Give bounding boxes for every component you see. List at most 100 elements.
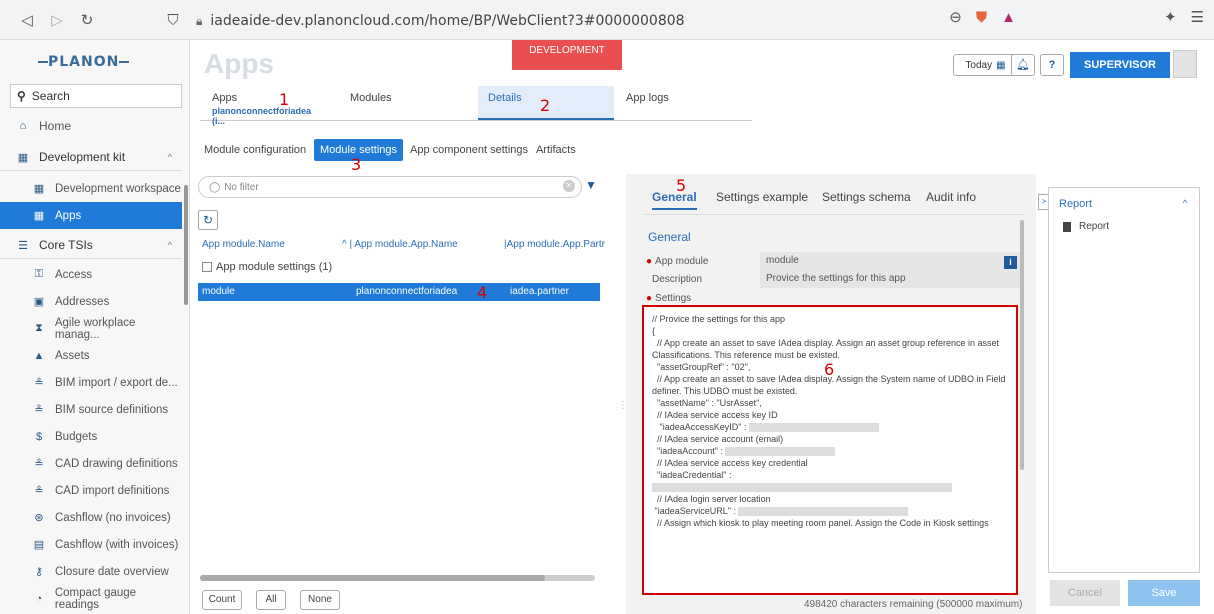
column-header-app-name[interactable]: ^ | App module.App.Name [342, 239, 458, 250]
all-button[interactable]: All [256, 590, 286, 610]
cancel-button[interactable]: Cancel [1050, 580, 1120, 606]
count-button[interactable]: Count [202, 590, 242, 610]
tab-apps[interactable]: Apps planonconnectforiadea (i... [202, 86, 332, 126]
sidebar-item-assets[interactable]: ▲ Assets [0, 342, 182, 369]
budget-icon: $ [35, 430, 43, 443]
sidebar-item-home[interactable]: ⌂ Home [0, 112, 182, 139]
search-icon: ⚲ [17, 89, 26, 103]
cad-icon: ≗ [34, 458, 44, 470]
column-header-partner[interactable]: |App module.App.Partr [504, 239, 605, 250]
notifications-button[interactable]: 🔔︎ [1011, 54, 1035, 76]
sidebar-item-apps[interactable]: ▦ Apps [0, 202, 182, 229]
sidebar-item-gauge-readings[interactable]: ◔ Compact gauge readings [0, 585, 182, 612]
chevron-right-icon: > [1041, 197, 1047, 206]
address-icon: ▣ [33, 296, 45, 308]
description-field[interactable]: Provice the settings for this app [760, 270, 1024, 288]
user-button[interactable]: SUPERVISOR [1070, 52, 1170, 78]
extensions-icon[interactable]: ✦ [1164, 8, 1177, 26]
menu-icon[interactable]: ☰ [1191, 8, 1204, 26]
cell-name: module [202, 286, 235, 297]
annotation-5: 5 [676, 176, 687, 195]
annotation-2: 2 [540, 96, 551, 115]
cell-app-name: planonconnectforiadea [356, 286, 458, 297]
scroll-thumb[interactable] [200, 575, 545, 581]
report-title: Report [1059, 198, 1093, 210]
calendar-icon: ▦ [996, 59, 1006, 71]
refresh-button[interactable]: ↻ [198, 210, 218, 230]
annotation-3: 3 [351, 155, 362, 174]
label-app-module: ● App module [646, 256, 709, 267]
tab-settings-schema[interactable]: Settings schema [822, 190, 911, 204]
annotation-4: 4 [477, 283, 488, 302]
triangle-icon[interactable]: ▲ [1001, 9, 1016, 26]
sidebar-item-cashflow-no-invoices[interactable]: ⊛ Cashflow (no invoices) [0, 504, 182, 531]
search-label: Search [31, 89, 70, 103]
annotation-6: 6 [824, 360, 835, 379]
settings-textarea[interactable]: // Provice the settings for this app { /… [642, 305, 1018, 595]
sidebar-item-bim-import[interactable]: ≗ BIM import / export de... [0, 369, 182, 396]
subtab-artifacts[interactable]: Artifacts [530, 139, 582, 161]
list-horizontal-scrollbar[interactable] [200, 575, 595, 581]
subtab-module-configuration[interactable]: Module configuration [198, 139, 312, 161]
gauge-icon: ◔ [35, 592, 43, 605]
address-bar[interactable]: 🔒︎ iadeaide-dev.planoncloud.com/home/BP/… [196, 9, 1016, 33]
bookmark-icon[interactable]: ⛉ [160, 7, 186, 33]
tab-app-logs[interactable]: App logs [616, 86, 746, 120]
reload-icon[interactable]: ↻ [74, 7, 100, 33]
sidebar-item-cad-drawing[interactable]: ≗ CAD drawing definitions [0, 450, 182, 477]
sidebar-item-closure-date[interactable]: ⚷ Closure date overview [0, 558, 182, 585]
annotation-1: 1 [279, 90, 290, 109]
detail-vertical-scrollbar[interactable] [1020, 220, 1024, 470]
panel-splitter[interactable]: ⋮ [618, 400, 628, 420]
refresh-icon: ↻ [202, 213, 214, 227]
tab-general[interactable]: General [652, 190, 697, 210]
sidebar-scrollbar[interactable] [184, 185, 188, 305]
forward-icon[interactable]: ▷ [44, 7, 70, 33]
chevron-up-icon[interactable]: ^ [1183, 198, 1187, 208]
sidebar-item-cashflow-invoices[interactable]: ▤ Cashflow (with invoices) [0, 531, 182, 558]
group-checkbox[interactable] [202, 262, 212, 272]
sidebar-item-access[interactable]: ⚿ Access [0, 261, 182, 288]
app-module-field[interactable]: module [760, 252, 1024, 270]
sidebar-search[interactable]: ⚲ Search [10, 84, 182, 108]
avatar[interactable] [1173, 50, 1197, 78]
chevron-up-icon: ^ [167, 152, 172, 162]
label-description: Description [652, 274, 703, 285]
tab-audit-info[interactable]: Audit info [926, 190, 976, 204]
filter-input[interactable]: ◯ No filter [198, 176, 582, 198]
workspace-icon: ▦ [33, 183, 45, 195]
info-icon[interactable]: i [1004, 256, 1017, 269]
home-icon: ⌂ [19, 119, 27, 132]
column-header-name[interactable]: App module.Name [202, 239, 285, 250]
clear-filter-icon[interactable]: ✕ [563, 180, 575, 192]
sidebar-item-agile[interactable]: ⧗ Agile workplace manag... [0, 315, 182, 342]
zoom-icon[interactable]: ⊖ [949, 8, 962, 26]
funnel-icon[interactable]: ▼ [585, 178, 597, 192]
label-settings: ● Settings [646, 293, 692, 304]
subtab-app-component-settings[interactable]: App component settings [404, 139, 534, 161]
sidebar-item-cad-import[interactable]: ≗ CAD import definitions [0, 477, 182, 504]
sidebar-section-dev-kit[interactable]: ▦ Development kit ^ [0, 144, 182, 171]
save-button[interactable]: Save [1128, 580, 1200, 606]
browser-toolbar: ◁ ▷ ↻ ⛉ 🔒︎ iadeaide-dev.planoncloud.com/… [0, 0, 1214, 40]
group-row[interactable]: App module settings (1) [202, 261, 332, 273]
sidebar-item-budgets[interactable]: $ Budgets [0, 423, 182, 450]
today-button[interactable]: Today ▦ [953, 54, 1018, 76]
none-button[interactable]: None [300, 590, 340, 610]
sidebar-section-core-tsis[interactable]: ☰ Core TSIs ^ [0, 232, 182, 259]
shield-icon[interactable]: ⛊ [976, 9, 987, 26]
back-icon[interactable]: ◁ [14, 7, 40, 33]
agile-icon: ⧗ [35, 322, 43, 334]
sidebar-item-dev-workspace[interactable]: ▦ Development workspace [0, 175, 182, 202]
report-item[interactable]: Report [1063, 221, 1109, 232]
help-button[interactable]: ? [1040, 54, 1064, 76]
table-row[interactable]: module planonconnectforiadea iadea.partn… [198, 283, 600, 301]
sidebar-item-bim-source[interactable]: ≗ BIM source definitions [0, 396, 182, 423]
cad-import-icon: ≗ [34, 485, 44, 497]
tab-modules[interactable]: Modules [340, 86, 470, 120]
tab-settings-example[interactable]: Settings example [716, 190, 808, 204]
cashflow-icon: ⊛ [34, 512, 44, 524]
page-title: Apps [204, 48, 274, 79]
assets-icon: ▲ [33, 349, 45, 362]
sidebar-item-addresses[interactable]: ▣ Addresses [0, 288, 182, 315]
